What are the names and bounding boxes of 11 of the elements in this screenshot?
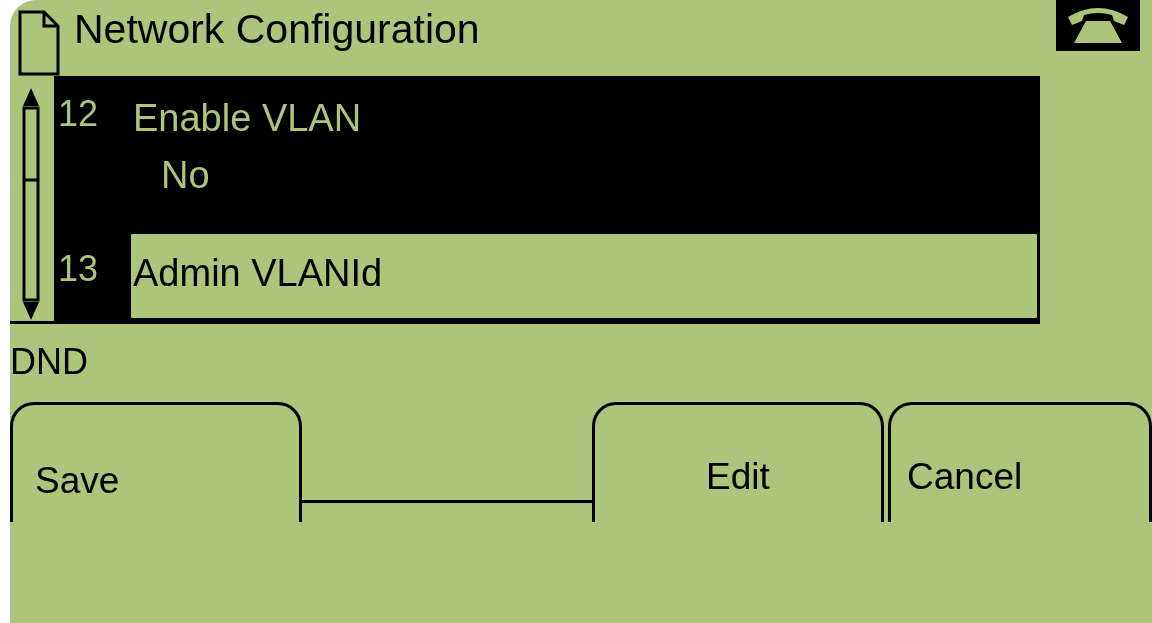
item-number: 12 bbox=[57, 92, 100, 136]
softkey-button[interactable]: Cancel bbox=[888, 402, 1152, 522]
menu-item[interactable]: Admin VLANId bbox=[128, 234, 1040, 321]
item-number: 13 bbox=[57, 247, 100, 291]
item-value: No bbox=[160, 153, 211, 197]
status-text: DND bbox=[10, 341, 88, 383]
item-label: Admin VLANId bbox=[133, 251, 384, 295]
softkey-button[interactable]: Edit bbox=[592, 402, 884, 522]
softkey-button[interactable]: Save bbox=[10, 402, 302, 522]
screen-title: Network Configuration bbox=[74, 5, 481, 53]
item-label: Enable VLAN bbox=[133, 96, 363, 140]
